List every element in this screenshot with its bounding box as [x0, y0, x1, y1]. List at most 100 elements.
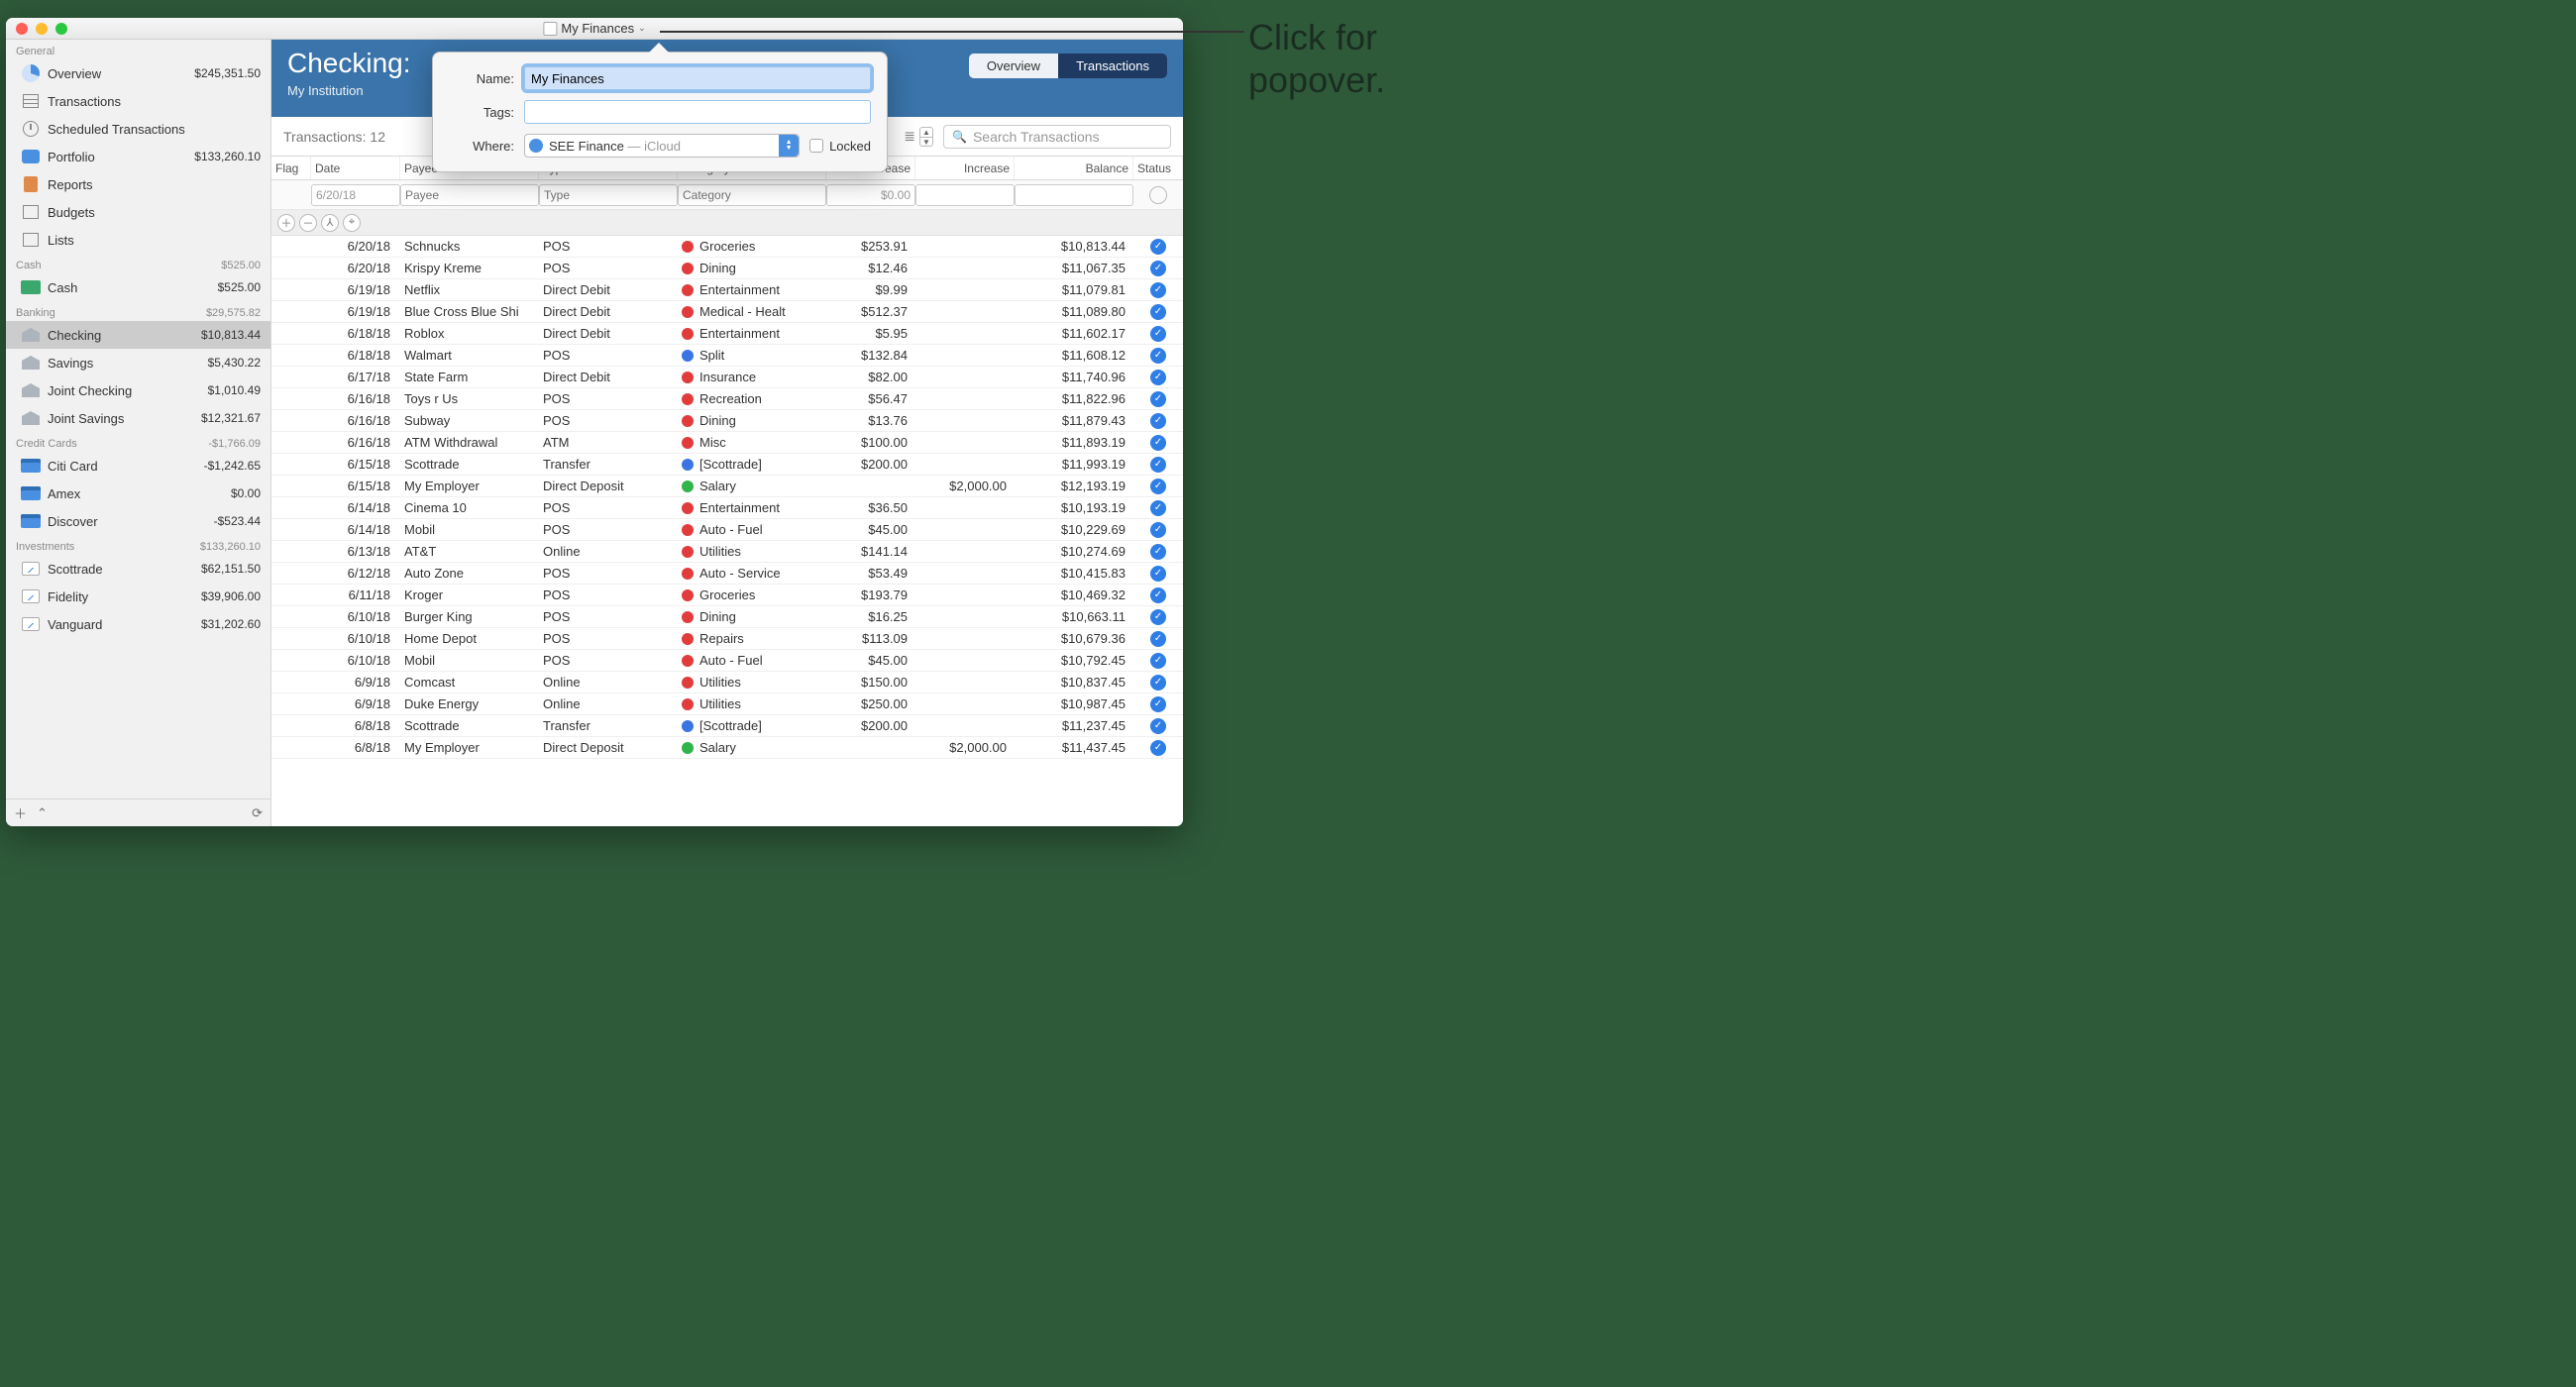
- transaction-count: Transactions: 12: [283, 129, 385, 145]
- cell-payee: Schnucks: [400, 239, 539, 254]
- cell-balance: $10,469.32: [1015, 587, 1133, 602]
- filter-payee[interactable]: [400, 184, 539, 206]
- sidebar-item-discover[interactable]: Discover-$523.44: [6, 507, 270, 535]
- table-row[interactable]: 6/8/18My EmployerDirect DepositSalary$2,…: [271, 737, 1183, 759]
- minimize-button[interactable]: [36, 23, 48, 35]
- sidebar-item-fidelity[interactable]: Fidelity$39,906.00: [6, 583, 270, 610]
- sidebar-item-amount: $31,202.60: [201, 617, 261, 631]
- table-row[interactable]: 6/10/18Burger KingPOSDining$16.25$10,663…: [271, 606, 1183, 628]
- sidebar-item-portfolio[interactable]: Portfolio$133,260.10: [6, 143, 270, 170]
- table-row[interactable]: 6/20/18SchnucksPOSGroceries$253.91$10,81…: [271, 236, 1183, 258]
- table-row[interactable]: 6/16/18Toys r UsPOSRecreation$56.47$11,8…: [271, 388, 1183, 410]
- table-row[interactable]: 6/19/18NetflixDirect DebitEntertainment$…: [271, 279, 1183, 301]
- filter-category[interactable]: [678, 184, 826, 206]
- filter-type[interactable]: [539, 184, 678, 206]
- sidebar-group-title: General: [16, 46, 54, 57]
- book-icon: [24, 176, 38, 192]
- cell-decrease: $512.37: [826, 304, 915, 319]
- table-row[interactable]: 6/10/18MobilPOSAuto - Fuel$45.00$10,792.…: [271, 650, 1183, 672]
- cell-date: 6/8/18: [311, 740, 400, 755]
- col-status[interactable]: Status: [1133, 157, 1183, 179]
- refresh-button[interactable]: ⟳: [252, 805, 263, 821]
- close-button[interactable]: [16, 23, 28, 35]
- table-row[interactable]: 6/13/18AT&TOnlineUtilities$141.14$10,274…: [271, 541, 1183, 563]
- search-input[interactable]: 🔍 Search Transactions: [943, 125, 1171, 149]
- sidebar-item-savings[interactable]: Savings$5,430.22: [6, 349, 270, 376]
- tag-button[interactable]: ⌖: [343, 214, 361, 232]
- table-row[interactable]: 6/17/18State FarmDirect DebitInsurance$8…: [271, 367, 1183, 388]
- sidebar-item-reports[interactable]: Reports: [6, 170, 270, 198]
- category-dot-icon: [682, 350, 694, 362]
- cell-balance: $11,993.19: [1015, 457, 1133, 472]
- cell-balance: $10,792.45: [1015, 653, 1133, 668]
- sidebar-item-joint-savings[interactable]: Joint Savings$12,321.67: [6, 404, 270, 432]
- col-date[interactable]: Date: [311, 157, 400, 179]
- sidebar-item-scottrade[interactable]: Scottrade$62,151.50: [6, 555, 270, 583]
- split-button[interactable]: ⅄: [321, 214, 339, 232]
- table-row[interactable]: 6/14/18Cinema 10POSEntertainment$36.50$1…: [271, 497, 1183, 519]
- table-row[interactable]: 6/16/18SubwayPOSDining$13.76$11,879.43✓: [271, 410, 1183, 432]
- sidebar-item-lists[interactable]: Lists: [6, 226, 270, 254]
- table-row[interactable]: 6/8/18ScottradeTransfer[Scottrade]$200.0…: [271, 715, 1183, 737]
- add-transaction-button[interactable]: ＋: [277, 214, 295, 232]
- sidebar-item-amex[interactable]: Amex$0.00: [6, 480, 270, 507]
- cell-category: Groceries: [678, 239, 826, 254]
- sidebar-item-checking[interactable]: Checking$10,813.44: [6, 321, 270, 349]
- tab-overview[interactable]: Overview: [969, 53, 1058, 78]
- name-field[interactable]: [524, 66, 871, 90]
- table-row[interactable]: 6/18/18RobloxDirect DebitEntertainment$5…: [271, 323, 1183, 345]
- sidebar-item-scheduled-transactions[interactable]: Scheduled Transactions: [6, 115, 270, 143]
- sidebar-item-joint-checking[interactable]: Joint Checking$1,010.49: [6, 376, 270, 404]
- zoom-button[interactable]: [55, 23, 67, 35]
- add-button[interactable]: ＋: [14, 803, 27, 822]
- sidebar-item-amount: -$1,242.65: [204, 459, 261, 473]
- table-row[interactable]: 6/16/18ATM WithdrawalATMMisc$100.00$11,8…: [271, 432, 1183, 454]
- sidebar-item-vanguard[interactable]: Vanguard$31,202.60: [6, 610, 270, 638]
- table-row[interactable]: 6/12/18Auto ZonePOSAuto - Service$53.49$…: [271, 563, 1183, 585]
- sidebar-item-budgets[interactable]: Budgets: [6, 198, 270, 226]
- remove-transaction-button[interactable]: －: [299, 214, 317, 232]
- where-dropdown[interactable]: SEE Finance — iCloud ▲▼: [524, 134, 800, 158]
- cell-decrease: $150.00: [826, 675, 915, 690]
- table-row[interactable]: 6/11/18KrogerPOSGroceries$193.79$10,469.…: [271, 585, 1183, 606]
- sidebar-item-citi-card[interactable]: Citi Card-$1,242.65: [6, 452, 270, 480]
- filter-decrease[interactable]: [826, 184, 915, 206]
- sidebar-item-transactions[interactable]: Transactions: [6, 87, 270, 115]
- col-balance[interactable]: Balance: [1015, 157, 1133, 179]
- cell-payee: Home Depot: [400, 631, 539, 646]
- filter-increase[interactable]: [915, 184, 1015, 206]
- table-row[interactable]: 6/15/18ScottradeTransfer[Scottrade]$200.…: [271, 454, 1183, 476]
- sidebar-item-cash[interactable]: Cash$525.00: [6, 273, 270, 301]
- col-flag[interactable]: Flag: [271, 157, 311, 179]
- table-row[interactable]: 6/9/18ComcastOnlineUtilities$150.00$10,8…: [271, 672, 1183, 694]
- cell-balance: $10,229.69: [1015, 522, 1133, 537]
- category-dot-icon: [682, 263, 694, 274]
- status-check-icon: ✓: [1150, 348, 1166, 364]
- tab-transactions[interactable]: Transactions: [1058, 53, 1167, 78]
- table-row[interactable]: 6/14/18MobilPOSAuto - Fuel$45.00$10,229.…: [271, 519, 1183, 541]
- table-row[interactable]: 6/18/18WalmartPOSSplit$132.84$11,608.12✓: [271, 345, 1183, 367]
- cell-balance: $11,437.45: [1015, 740, 1133, 755]
- document-title-button[interactable]: My Finances ⌄: [543, 21, 645, 36]
- list-style-stepper[interactable]: ≣ ▲▼: [904, 127, 933, 147]
- filter-balance[interactable]: [1015, 184, 1133, 206]
- table-row[interactable]: 6/15/18My EmployerDirect DepositSalary$2…: [271, 476, 1183, 497]
- table-row[interactable]: 6/20/18Krispy KremePOSDining$12.46$11,06…: [271, 258, 1183, 279]
- sidebar-item-overview[interactable]: Overview$245,351.50: [6, 59, 270, 87]
- sidebar-item-label: Joint Checking: [48, 383, 208, 398]
- tags-field[interactable]: [524, 100, 871, 124]
- collapse-button[interactable]: ⌃: [37, 805, 48, 821]
- table-row[interactable]: 6/9/18Duke EnergyOnlineUtilities$250.00$…: [271, 694, 1183, 715]
- locked-checkbox[interactable]: Locked: [809, 139, 871, 154]
- sidebar-item-label: Checking: [48, 328, 201, 343]
- col-increase[interactable]: Increase: [915, 157, 1015, 179]
- table-row[interactable]: 6/10/18Home DepotPOSRepairs$113.09$10,67…: [271, 628, 1183, 650]
- filter-date[interactable]: [311, 184, 400, 206]
- filter-status[interactable]: [1149, 186, 1167, 204]
- sidebar-item-amount: $525.00: [218, 280, 261, 294]
- table-row[interactable]: 6/19/18Blue Cross Blue ShiDirect DebitMe…: [271, 301, 1183, 323]
- status-check-icon: ✓: [1150, 457, 1166, 473]
- sidebar-item-label: Scheduled Transactions: [48, 122, 261, 137]
- cell-decrease: $45.00: [826, 653, 915, 668]
- cell-category: Insurance: [678, 370, 826, 384]
